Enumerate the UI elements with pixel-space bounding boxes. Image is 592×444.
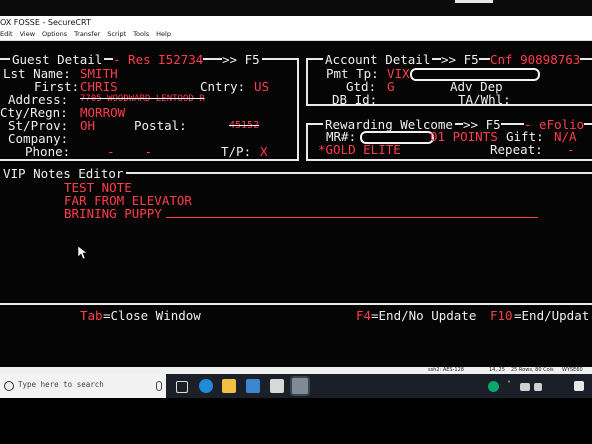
status-cursor-pos: 14, 25: [489, 367, 505, 373]
st-prov-value: OH: [80, 118, 96, 133]
search-icon: [4, 381, 14, 391]
note-input-underline[interactable]: [166, 217, 538, 218]
volume-icon[interactable]: [534, 383, 542, 391]
elite-status: *GOLD ELITE: [318, 142, 401, 157]
letterbox-bottom: [0, 398, 592, 444]
taskbar-search[interactable]: Type here to search: [0, 374, 166, 398]
microphone-icon[interactable]: [156, 381, 162, 391]
phone-label: Phone:: [25, 144, 71, 159]
f4-key: F4: [356, 308, 372, 323]
tp-value: X: [260, 144, 268, 159]
tray-app-icon[interactable]: [488, 381, 499, 392]
menu-options[interactable]: Options: [42, 30, 67, 38]
postal-value: 45152: [229, 120, 260, 131]
menu-view[interactable]: View: [20, 30, 35, 38]
postal-label: Postal:: [134, 118, 187, 133]
securecrt-icon[interactable]: [292, 378, 308, 394]
guest-detail-title: Guest Detail: [10, 52, 105, 67]
tray-chevron-icon[interactable]: ˄: [507, 380, 511, 389]
tab-close-label[interactable]: =Close Window: [103, 309, 201, 322]
mail-icon[interactable]: [270, 379, 284, 393]
f10-end-update-label[interactable]: =End/Updat: [514, 309, 589, 322]
cntry-value: US: [254, 79, 270, 94]
tp-label: T/P:: [221, 144, 252, 159]
menu-tools[interactable]: Tools: [133, 30, 149, 38]
top-black-bar: [0, 0, 592, 16]
search-placeholder: Type here to search: [18, 380, 104, 389]
phone-value: - -: [107, 144, 153, 159]
store-icon[interactable]: [246, 379, 260, 393]
window-titlebar[interactable]: OX FOSSE - SecureCRT: [0, 16, 592, 29]
account-cnf: Cnf 90898763: [490, 52, 581, 67]
first-value: CHRIS: [80, 79, 118, 94]
repeat-value: -: [567, 142, 575, 157]
account-f5: >> F5: [441, 52, 479, 67]
terminal-screen[interactable]: Guest Detail - Res I52734 >> F5 Lst Name…: [0, 41, 592, 367]
f4-end-no-update-label[interactable]: =End/No Update: [371, 309, 476, 322]
tab-key: Tab: [80, 308, 103, 323]
vip-note-3[interactable]: BRINING PUPPY: [64, 207, 162, 220]
ta-whl-label: TA/Whl:: [458, 92, 511, 107]
task-view-icon[interactable]: [176, 381, 188, 393]
account-detail-title: Account Detail: [323, 52, 433, 67]
mouse-cursor-icon: [77, 245, 88, 263]
guest-res-number: - Res I52734: [113, 52, 204, 67]
guest-f5: >> F5: [222, 52, 262, 67]
cntry-label: Cntry:: [200, 79, 246, 94]
menu-bar: Edit View Options Transfer Script Tools Help: [0, 29, 592, 41]
menu-transfer[interactable]: Transfer: [74, 30, 100, 38]
status-size: 25 Rows, 80 Cols: [511, 367, 554, 373]
db-id-label: DB Id:: [332, 92, 378, 107]
status-ssh: ssh2: AES-128: [428, 367, 464, 373]
gtd-value: G: [387, 79, 395, 94]
status-bar: ssh2: AES-128 14, 25 25 Rows, 80 Cols WY…: [0, 367, 592, 374]
file-explorer-icon[interactable]: [222, 379, 236, 393]
f10-key: F10: [490, 308, 513, 323]
mr-points: 01 POINTS: [430, 129, 498, 144]
repeat-label: Repeat:: [490, 142, 543, 157]
menu-script[interactable]: Script: [107, 30, 126, 38]
window-title: OX FOSSE - SecureCRT: [0, 18, 91, 27]
menu-edit[interactable]: Edit: [0, 30, 13, 38]
notification-icon[interactable]: [574, 381, 584, 391]
vip-notes-title: VIP Notes Editor: [0, 167, 127, 180]
status-terminal-type: WYSE60: [562, 367, 583, 373]
footer-separator: [0, 303, 592, 305]
top-white-strip: [455, 0, 493, 3]
menu-help[interactable]: Help: [156, 30, 171, 38]
edge-icon[interactable]: [199, 379, 213, 393]
network-icon[interactable]: [520, 383, 530, 391]
